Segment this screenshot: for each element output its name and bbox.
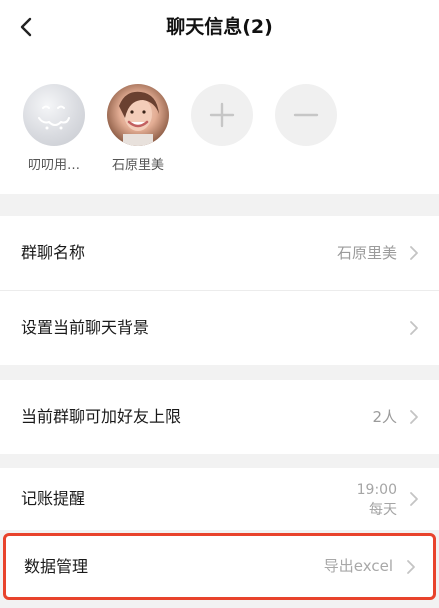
header-bar: 聊天信息(2) (0, 0, 439, 54)
friend-limit-label: 当前群聊可加好友上限 (21, 407, 182, 426)
data-management-label: 数据管理 (24, 557, 89, 576)
member-item[interactable]: 叨叨用… (18, 84, 90, 173)
reminder-time: 19:00 (356, 482, 397, 498)
chevron-right-icon (410, 492, 418, 506)
remove-member-button[interactable] (270, 84, 342, 146)
reminder-row[interactable]: 记账提醒 19:00 每天 (0, 468, 439, 530)
member-grid: 叨叨用… 石原里美 (0, 54, 439, 194)
chevron-right-icon (410, 246, 418, 260)
group-name-label: 群聊名称 (21, 243, 86, 262)
reminder-schedule: 19:00 每天 (357, 480, 397, 520)
minus-icon[interactable] (275, 84, 337, 146)
chevron-right-icon (407, 560, 415, 574)
plus-icon[interactable] (191, 84, 253, 146)
chat-background-label: 设置当前聊天背景 (21, 318, 150, 337)
avatar[interactable] (23, 84, 85, 146)
chevron-right-icon (410, 410, 418, 424)
member-name: 叨叨用… (27, 158, 80, 173)
data-management-row[interactable]: 数据管理 导出excel (3, 533, 436, 600)
avatar[interactable] (107, 84, 169, 146)
add-member-button[interactable] (186, 84, 258, 146)
chevron-right-icon (410, 321, 418, 335)
page-title: 聊天信息(2) (166, 16, 273, 38)
group-name-row[interactable]: 群聊名称 石原里美 (0, 216, 439, 290)
group-name-value: 石原里美 (336, 244, 397, 262)
friend-limit-row[interactable]: 当前群聊可加好友上限 2人 (0, 380, 439, 454)
reminder-frequency: 每天 (369, 502, 397, 518)
member-name: 石原里美 (111, 158, 164, 173)
member-item[interactable]: 石原里美 (102, 84, 174, 173)
reminder-label: 记账提醒 (21, 489, 86, 508)
export-excel-value: 导出excel (323, 557, 393, 575)
friend-limit-value: 2人 (372, 408, 397, 426)
chat-background-row[interactable]: 设置当前聊天背景 (0, 291, 439, 365)
